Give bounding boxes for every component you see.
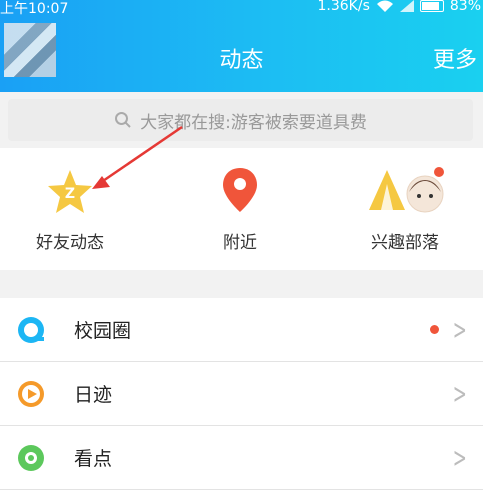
tent-icon [369,167,444,213]
more-button[interactable]: 更多 [433,42,477,74]
chevron-right-icon: > [452,312,467,346]
campus-icon [18,316,44,343]
signal-icon [399,0,414,12]
network-speed: 1.36K/s [317,0,370,14]
play-icon [18,380,44,407]
top-header: 上午10:07 1.36K/s 83% 动态 更多 [0,0,483,92]
chevron-right-icon: > [452,440,467,474]
list-item-highlights[interactable]: 看点 > [0,426,483,490]
star-icon: Z [48,170,92,213]
chevron-right-icon: > [452,376,467,410]
quick-label-interest-tribe: 兴趣部落 [371,233,439,253]
feature-list: 校园圈 > 日迹 > 看点 > [0,298,483,490]
battery-icon [419,0,444,12]
page-title: 动态 [219,48,264,73]
battery-percent: 83% [449,0,481,14]
status-bar: 上午10:07 1.36K/s 83% [0,0,483,17]
eye-icon [18,444,44,471]
wifi-icon [376,0,393,12]
status-time: 上午10:07 [0,1,69,17]
list-item-campus[interactable]: 校园圈 > [0,298,483,362]
quick-label-friends-feed: 好友动态 [36,233,104,253]
notification-dot [430,325,439,334]
svg-text:Z: Z [65,186,75,202]
list-item-diary[interactable]: 日迹 > [0,362,483,426]
search-placeholder: 大家都在搜:游客被索要道具费 [140,112,367,133]
search-bar[interactable]: 大家都在搜:游客被索要道具费 [8,99,473,141]
quick-label-nearby: 附近 [223,233,257,253]
quick-actions: Z 好友动态 附近 兴趣部落 [0,148,483,270]
list-label-highlights: 看点 [74,448,113,470]
list-label-campus: 校园圈 [74,320,132,342]
list-label-diary: 日迹 [74,384,113,406]
search-icon [115,112,131,128]
status-right: 1.36K/s 83% [317,0,481,14]
location-pin-icon [223,168,257,212]
